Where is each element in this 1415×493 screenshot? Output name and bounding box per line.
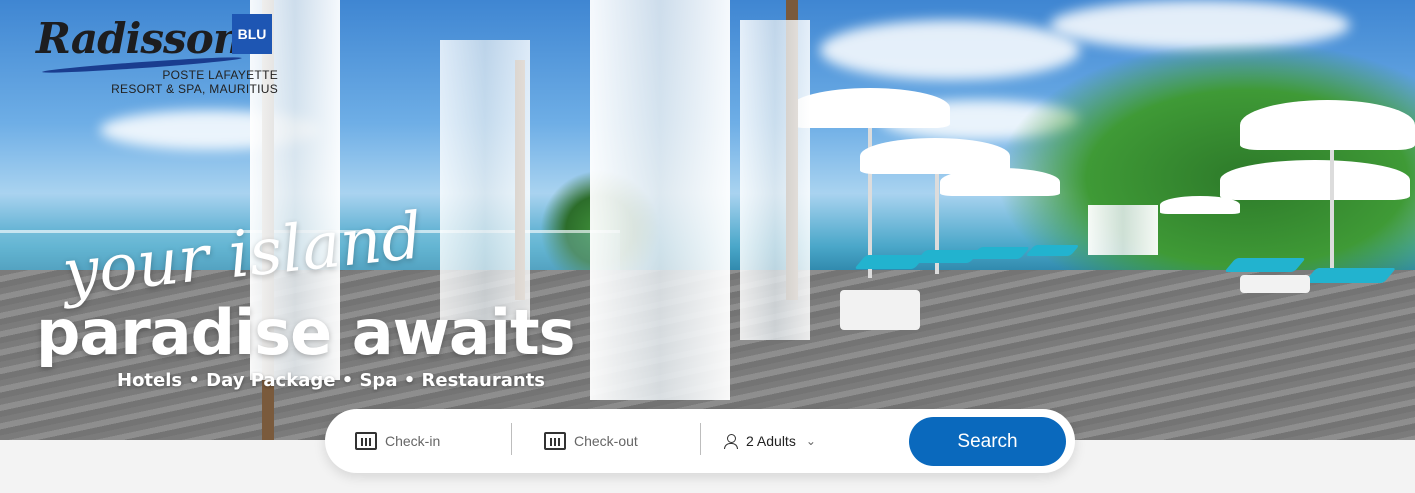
lounger-base [1240, 275, 1310, 293]
lounger-base [840, 290, 920, 330]
umbrella [1240, 100, 1415, 150]
field-divider [511, 423, 512, 455]
calendar-icon [544, 432, 566, 450]
sun-lounger [969, 247, 1031, 259]
small-cabana [1088, 205, 1158, 255]
sun-lounger [1224, 258, 1306, 272]
cabana-curtain [440, 40, 530, 320]
brand-logo[interactable]: Radisson BLU POSTE LAFAYETTE RESORT & SP… [36, 12, 286, 98]
checkout-field[interactable]: Check-out [544, 409, 694, 473]
cabana-curtain [740, 20, 810, 340]
umbrella-pole [1330, 150, 1334, 270]
field-divider [700, 423, 701, 455]
sun-lounger [1303, 268, 1397, 283]
umbrella [790, 88, 950, 128]
chevron-down-icon: ⌄ [805, 434, 816, 448]
umbrella [1220, 160, 1410, 200]
guests-value: 2 Adults [746, 433, 796, 449]
umbrella [940, 168, 1060, 196]
hero-headline: paradise awaits [36, 296, 576, 369]
hero-banner: Radisson BLU POSTE LAFAYETTE RESORT & SP… [0, 0, 1415, 440]
booking-search-bar: Check-in Check-out 2 Adults ⌄ Search [325, 409, 1075, 473]
checkin-placeholder: Check-in [385, 433, 441, 449]
calendar-icon [355, 432, 377, 450]
logo-subtitle-line1: POSTE LAFAYETTE [162, 68, 278, 82]
trees-background [995, 40, 1415, 270]
person-icon [724, 434, 738, 449]
hero-services: Hotels • Day Package • Spa • Restaurants [117, 370, 546, 391]
cabana-curtain [590, 0, 730, 400]
guests-selector[interactable]: 2 Adults ⌄ [724, 409, 894, 473]
checkin-field[interactable]: Check-in [355, 409, 505, 473]
logo-badge: BLU [232, 14, 272, 54]
logo-subtitle-line2: RESORT & SPA, MAURITIUS [111, 82, 278, 96]
checkout-placeholder: Check-out [574, 433, 638, 449]
search-button[interactable]: Search [909, 417, 1066, 466]
logo-wordmark: Radisson [36, 14, 243, 63]
